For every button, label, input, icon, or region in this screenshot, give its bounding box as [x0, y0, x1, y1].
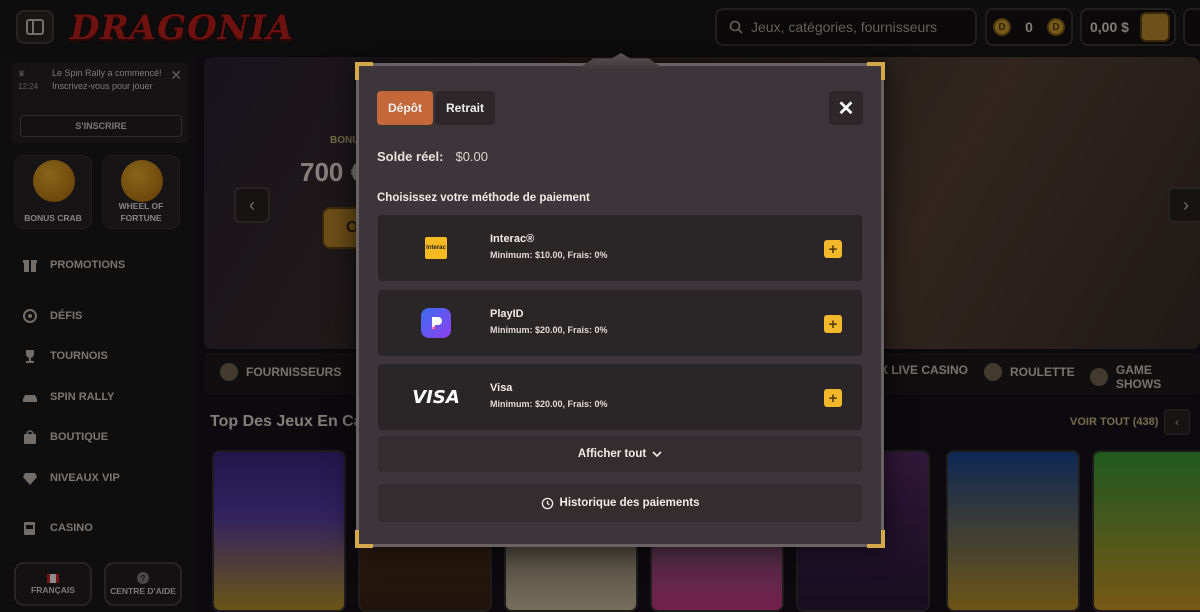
method-name: Visa — [490, 382, 513, 394]
frame-corner — [867, 62, 885, 80]
visa-logo-icon: VISA — [412, 386, 460, 408]
real-balance: Solde réel: $0.00 — [377, 149, 488, 164]
show-all-label: Afficher tout — [577, 448, 647, 460]
add-method-button[interactable]: + — [824, 315, 842, 333]
frame-corner — [355, 530, 373, 548]
add-method-button[interactable]: + — [824, 240, 842, 258]
method-meta: Minimum: $10.00, Frais: 0% — [490, 250, 608, 260]
frame-corner — [355, 62, 373, 80]
method-name: PlayID — [490, 308, 524, 320]
method-name: Interac® — [490, 233, 535, 245]
history-label: Historique des paiements — [559, 497, 700, 509]
balance-value: $0.00 — [455, 149, 489, 164]
history-icon — [541, 497, 553, 509]
payment-method-interac[interactable]: Interac Interac® Minimum: $10.00, Frais:… — [378, 215, 862, 281]
method-logo — [406, 300, 466, 346]
interac-logo-icon: Interac — [425, 237, 447, 259]
chevron-down-icon — [652, 451, 662, 458]
payment-method-playid[interactable]: PlayID Minimum: $20.00, Frais: 0% + — [378, 290, 862, 356]
tab-depot[interactable]: Dépôt — [377, 91, 433, 125]
methods-title: Choisissez votre méthode de paiement — [377, 192, 590, 204]
payment-tabs: Dépôt Retrait — [377, 91, 496, 125]
method-meta: Minimum: $20.00, Frais: 0% — [490, 399, 608, 409]
method-meta: Minimum: $20.00, Frais: 0% — [490, 325, 608, 335]
balance-label: Solde réel: — [377, 149, 444, 164]
show-all-button[interactable]: Afficher tout — [378, 436, 862, 472]
add-method-button[interactable]: + — [824, 389, 842, 407]
frame-corner — [867, 530, 885, 548]
payment-method-visa[interactable]: VISA Visa Minimum: $20.00, Frais: 0% + — [378, 364, 862, 430]
payment-history-button[interactable]: Historique des paiements — [378, 484, 862, 522]
close-modal-button[interactable]: ✕ — [829, 91, 863, 125]
close-icon: ✕ — [837, 97, 855, 120]
method-logo: Interac — [406, 225, 466, 271]
payment-modal: Dépôt Retrait ✕ Solde réel: $0.00 Choisi… — [355, 53, 885, 548]
method-logo: VISA — [406, 374, 466, 420]
playid-logo-icon — [421, 308, 451, 338]
tab-retrait[interactable]: Retrait — [435, 91, 496, 125]
